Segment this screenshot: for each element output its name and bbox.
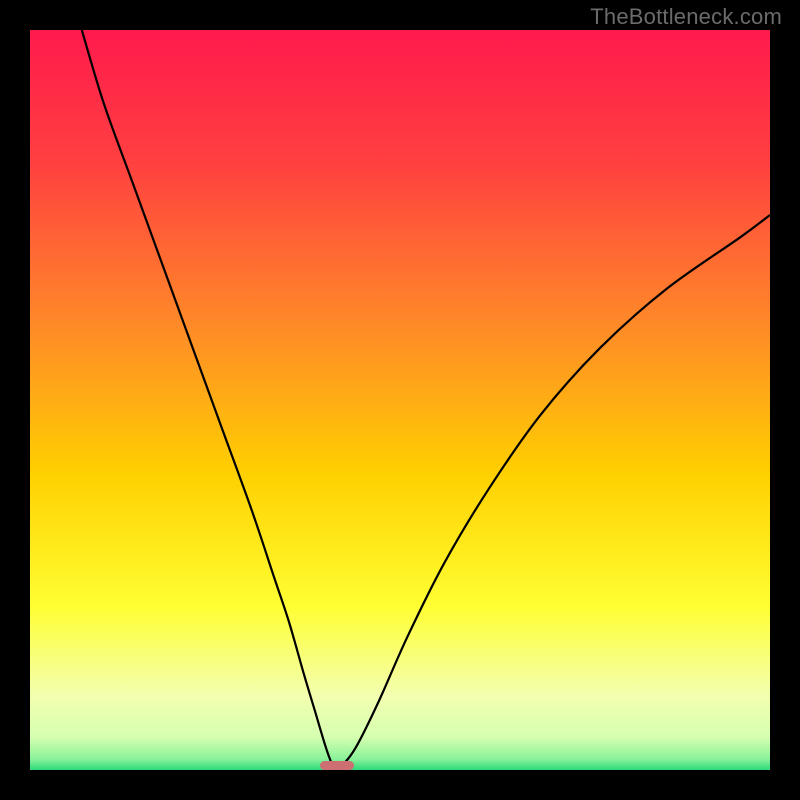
gradient-background <box>30 30 770 770</box>
optimum-marker <box>320 761 353 770</box>
watermark-text: TheBottleneck.com <box>590 4 782 30</box>
plot-svg <box>30 30 770 770</box>
plot-area <box>30 30 770 770</box>
chart-frame: TheBottleneck.com <box>0 0 800 800</box>
